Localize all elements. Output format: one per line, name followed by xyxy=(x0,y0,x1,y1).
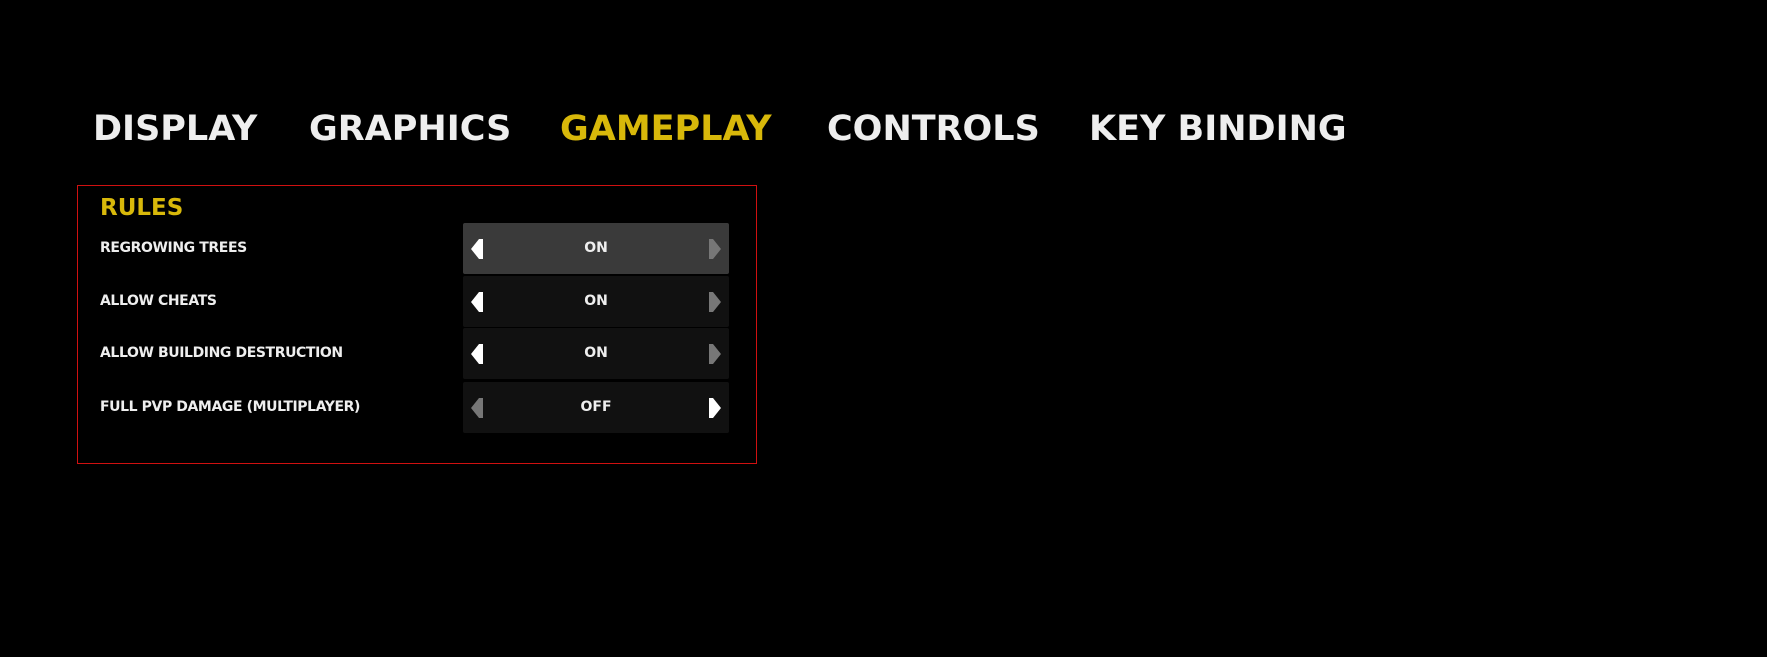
tab-graphics[interactable]: GRAPHICS xyxy=(309,107,511,151)
section-title-rules: RULES xyxy=(100,195,184,221)
arrow-right-icon[interactable] xyxy=(709,239,723,259)
rules-panel: RULES REGROWING TREES ON ALLOW CHEATS ON… xyxy=(77,185,757,464)
selector-value: ON xyxy=(584,293,608,309)
arrow-left-icon[interactable] xyxy=(469,239,483,259)
option-selector[interactable]: ON xyxy=(463,276,729,327)
arrow-left-icon[interactable] xyxy=(469,344,483,364)
arrow-left-icon[interactable] xyxy=(469,292,483,312)
setting-row-allow-building-destruction: ALLOW BUILDING DESTRUCTION ON xyxy=(78,328,756,379)
arrow-left-icon[interactable] xyxy=(469,398,483,418)
option-selector[interactable]: ON xyxy=(463,223,729,274)
setting-row-regrowing-trees: REGROWING TREES ON xyxy=(78,223,756,274)
option-selector[interactable]: ON xyxy=(463,328,729,379)
selector-value: ON xyxy=(584,345,608,361)
selector-value: ON xyxy=(584,240,608,256)
selector-value: OFF xyxy=(580,399,612,415)
option-selector[interactable]: OFF xyxy=(463,382,729,433)
arrow-right-icon[interactable] xyxy=(709,292,723,312)
tab-display[interactable]: DISPLAY xyxy=(93,107,257,151)
arrow-right-icon[interactable] xyxy=(709,398,723,418)
tab-key-binding[interactable]: KEY BINDING xyxy=(1089,107,1347,151)
setting-row-full-pvp-damage: FULL PVP DAMAGE (MULTIPLAYER) OFF xyxy=(78,382,756,433)
arrow-right-icon[interactable] xyxy=(709,344,723,364)
tab-gameplay[interactable]: GAMEPLAY xyxy=(560,107,772,151)
setting-row-allow-cheats: ALLOW CHEATS ON xyxy=(78,276,756,327)
setting-label: FULL PVP DAMAGE (MULTIPLAYER) xyxy=(100,399,361,415)
tab-controls[interactable]: CONTROLS xyxy=(827,107,1040,151)
setting-label: ALLOW BUILDING DESTRUCTION xyxy=(100,345,343,361)
setting-label: REGROWING TREES xyxy=(100,240,247,256)
setting-label: ALLOW CHEATS xyxy=(100,293,217,309)
